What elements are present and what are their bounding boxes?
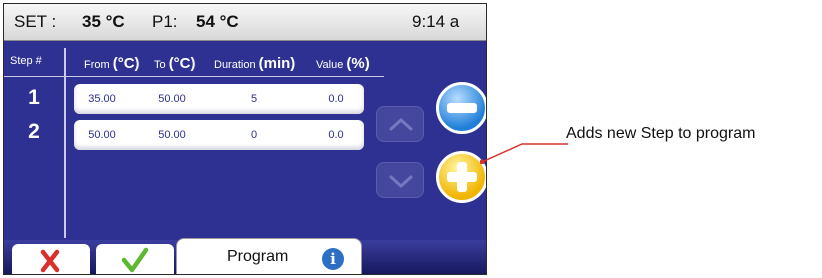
cell-to: 50.00 [158,129,186,141]
step-number: 1 [28,86,40,109]
cell-duration: 0 [250,129,258,141]
program-tab-label: Program [227,248,289,265]
checkmark-icon [121,247,149,273]
table-row[interactable]: 50.00 50.00 0 0.0 [74,120,364,150]
set-label: SET : [14,12,57,31]
cell-from: 35.00 [88,93,116,105]
move-down-button[interactable] [376,162,424,198]
header-divider [4,76,384,77]
move-up-button[interactable] [376,106,424,142]
chevron-up-icon [389,118,413,131]
table-row[interactable]: 35.00 50.00 5 0.0 [74,84,364,114]
callout-annotation: Adds new Step to program [566,125,756,142]
p1-temperature: 54 °C [196,12,239,31]
cell-value: 0.0 [328,129,344,141]
clock: 9:14 a [412,12,460,31]
header-to: To (°C) [154,55,196,72]
p1-label: P1: [152,12,178,31]
info-icon[interactable]: i [322,248,344,270]
cell-duration: 5 [250,93,258,105]
header-step: Step # [10,55,42,67]
cell-to: 50.00 [158,93,186,105]
set-temperature: 35 °C [82,12,125,31]
remove-step-button[interactable] [436,82,486,134]
chevron-down-icon [389,175,413,188]
callout-leader-line [480,143,568,164]
tab-program[interactable]: Program i [176,238,362,274]
header-from: From (°C) [84,55,140,72]
footer-bar: Program i [4,238,486,274]
status-bar: SET : 35 °C P1: 54 °C 9:14 a [4,4,486,41]
cell-value: 0.0 [328,93,344,105]
device-screen: SET : 35 °C P1: 54 °C 9:14 a Step # From… [3,3,487,275]
table-header: Step # From (°C) To (°C) Duration (min) … [4,48,486,76]
header-duration: Duration (min) [214,55,296,72]
cell-from: 50.00 [88,129,116,141]
minus-icon [447,103,477,113]
close-icon [40,249,60,273]
cancel-button[interactable] [12,244,90,274]
step-number: 2 [28,120,40,143]
confirm-button[interactable] [96,244,174,274]
plus-icon [447,162,477,192]
header-value: Value (%) [316,55,370,72]
